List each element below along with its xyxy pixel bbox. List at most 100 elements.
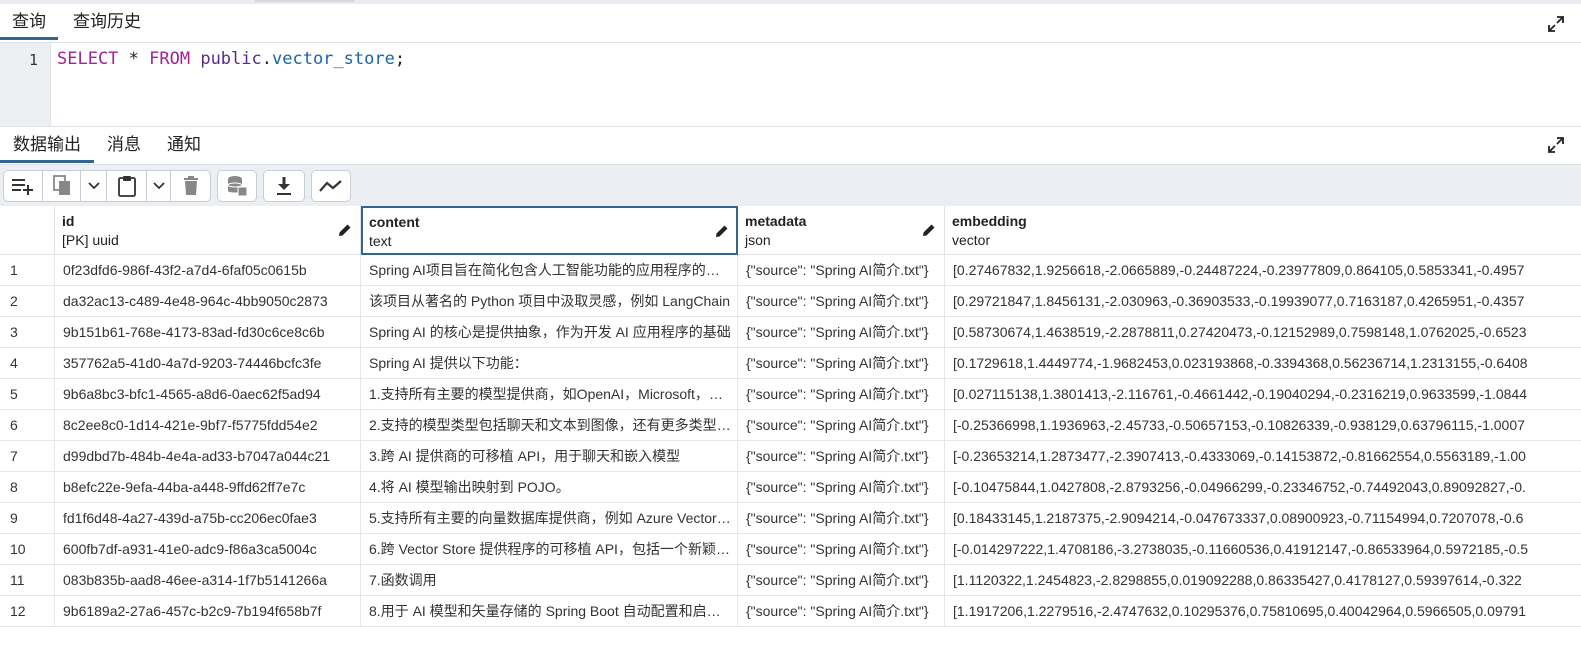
table-row[interactable]: 4 357762a5-41d0-4a7d-9203-74446bcfc3fe Spr… <box>0 348 1581 379</box>
metadata-cell[interactable]: {"source": "Spring AI简介.txt"} <box>738 255 945 285</box>
graph-visualiser-button[interactable] <box>311 170 351 202</box>
row-number-cell[interactable]: 2 <box>0 286 55 316</box>
id-cell[interactable]: 9b6189a2-27a6-457c-b2c9-7b194f658b7f <box>55 596 361 626</box>
delete-button[interactable] <box>171 170 211 202</box>
id-cell[interactable]: 357762a5-41d0-4a7d-9203-74446bcfc3fe <box>55 348 361 378</box>
download-button[interactable] <box>263 170 305 202</box>
content-cell[interactable]: 7.函数调用 <box>361 565 738 595</box>
table-row[interactable]: 11 083b835b-aad8-46ee-a314-1f7b5141266a 7.… <box>0 565 1581 596</box>
metadata-cell[interactable]: {"source": "Spring AI简介.txt"} <box>738 286 945 316</box>
content-cell[interactable]: Spring AI 的核心是提供抽象，作为开发 AI 应用程序的基础 <box>361 317 738 347</box>
metadata-cell[interactable]: {"source": "Spring AI简介.txt"} <box>738 379 945 409</box>
metadata-cell[interactable]: {"source": "Spring AI简介.txt"} <box>738 565 945 595</box>
line-number: 1 <box>28 51 38 69</box>
metadata-cell[interactable]: {"source": "Spring AI简介.txt"} <box>738 472 945 502</box>
expand-icon[interactable] <box>1547 15 1565 33</box>
embedding-cell[interactable]: [0.027115138,1.3801413,-2.116761,-0.4661… <box>945 379 1581 409</box>
column-header-embedding[interactable]: embedding vector <box>945 206 1581 255</box>
embedding-cell[interactable]: [-0.10475844,1.0427808,-2.8793256,-0.049… <box>945 472 1581 502</box>
id-cell[interactable]: d99dbd7b-484b-4e4a-ad33-b7047a044c21 <box>55 441 361 471</box>
embedding-cell[interactable]: [1.1120322,1.2454823,-2.8298855,0.019092… <box>945 565 1581 595</box>
id-cell[interactable]: 600fb7df-a931-41e0-adc9-f86a3ca5004c <box>55 534 361 564</box>
content-cell[interactable]: Spring AI项目旨在简化包含人工智能功能的应用程序的开发 <box>361 255 738 285</box>
embedding-cell[interactable]: [0.18433145,1.2187375,-2.9094214,-0.0476… <box>945 503 1581 533</box>
table-row[interactable]: 5 9b6a8bc3-bfc1-4565-a8d6-0aec62f5ad94 1.支… <box>0 379 1581 410</box>
column-header-content[interactable]: content text <box>361 206 738 255</box>
content-cell[interactable]: 4.将 AI 模型输出映射到 POJO。 <box>361 472 738 502</box>
id-cell[interactable]: 8c2ee8c0-1d14-421e-9bf7-f5775fdd54e2 <box>55 410 361 440</box>
table-row[interactable]: 9 fd1f6d48-4a27-439d-a75b-cc206ec0fae3 5.支… <box>0 503 1581 534</box>
pencil-icon[interactable] <box>338 223 352 237</box>
metadata-cell[interactable]: {"source": "Spring AI简介.txt"} <box>738 348 945 378</box>
row-number-cell[interactable]: 7 <box>0 441 55 471</box>
content-cell[interactable]: 6.跨 Vector Store 提供程序的可移植 API，包括一个新颖的类似 … <box>361 534 738 564</box>
embedding-cell[interactable]: [0.58730674,1.4638519,-2.2878811,0.27420… <box>945 317 1581 347</box>
metadata-cell[interactable]: {"source": "Spring AI简介.txt"} <box>738 596 945 626</box>
embedding-cell[interactable]: [-0.25366998,1.1936963,-2.45733,-0.50657… <box>945 410 1581 440</box>
expand-icon[interactable] <box>1547 136 1565 154</box>
table-row[interactable]: 12 9b6189a2-27a6-457c-b2c9-7b194f658b7f 8.… <box>0 596 1581 627</box>
metadata-cell[interactable]: {"source": "Spring AI简介.txt"} <box>738 410 945 440</box>
content-cell[interactable]: Spring AI 提供以下功能： <box>361 348 738 378</box>
table-row[interactable]: 10 600fb7df-a931-41e0-adc9-f86a3ca5004c 6.… <box>0 534 1581 565</box>
row-number-cell[interactable]: 8 <box>0 472 55 502</box>
row-number-cell[interactable]: 6 <box>0 410 55 440</box>
id-cell[interactable]: b8efc22e-9efa-44ba-a448-9ffd62ff7e7c <box>55 472 361 502</box>
copy-button[interactable] <box>43 170 81 202</box>
save-data-button[interactable] <box>217 170 257 202</box>
copy-options-dropdown[interactable] <box>81 170 107 202</box>
row-number-cell[interactable]: 4 <box>0 348 55 378</box>
embedding-cell[interactable]: [-0.014297222,1.4708186,-3.2738035,-0.11… <box>945 534 1581 564</box>
paste-button[interactable] <box>107 170 147 202</box>
table-row[interactable]: 8 b8efc22e-9efa-44ba-a448-9ffd62ff7e7c 4.将… <box>0 472 1581 503</box>
row-number-cell[interactable]: 10 <box>0 534 55 564</box>
column-header-id[interactable]: id [PK] uuid <box>55 206 361 255</box>
id-cell[interactable]: 9b151b61-768e-4173-83ad-fd30c6ce8c6b <box>55 317 361 347</box>
tab-notifications[interactable]: 通知 <box>156 127 212 163</box>
row-number-cell[interactable]: 11 <box>0 565 55 595</box>
tab-messages[interactable]: 消息 <box>96 127 152 163</box>
metadata-cell[interactable]: {"source": "Spring AI简介.txt"} <box>738 503 945 533</box>
pencil-icon[interactable] <box>715 224 729 238</box>
sql-keyword-from: FROM <box>149 49 191 69</box>
tab-query[interactable]: 查询 <box>0 4 58 40</box>
content-cell[interactable]: 2.支持的模型类型包括聊天和文本到图像，还有更多类型正在开发中 <box>361 410 738 440</box>
embedding-cell[interactable]: [0.1729618,1.4449774,-1.9682453,0.023193… <box>945 348 1581 378</box>
column-header-metadata[interactable]: metadata json <box>738 206 945 255</box>
row-number-cell[interactable]: 9 <box>0 503 55 533</box>
content-cell[interactable]: 3.跨 AI 提供商的可移植 API，用于聊天和嵌入模型 <box>361 441 738 471</box>
content-cell[interactable]: 5.支持所有主要的向量数据库提供商，例如 Azure Vector Search <box>361 503 738 533</box>
metadata-cell[interactable]: {"source": "Spring AI简介.txt"} <box>738 534 945 564</box>
id-cell[interactable]: 0f23dfd6-986f-43f2-a7d4-6faf05c0615b <box>55 255 361 285</box>
paste-options-dropdown[interactable] <box>147 170 171 202</box>
content-cell[interactable]: 1.支持所有主要的模型提供商，如OpenAI，Microsoft，Amazon <box>361 379 738 409</box>
id-cell[interactable]: fd1f6d48-4a27-439d-a75b-cc206ec0fae3 <box>55 503 361 533</box>
id-cell[interactable]: 9b6a8bc3-bfc1-4565-a8d6-0aec62f5ad94 <box>55 379 361 409</box>
row-number-cell[interactable]: 12 <box>0 596 55 626</box>
metadata-cell[interactable]: {"source": "Spring AI简介.txt"} <box>738 441 945 471</box>
tab-query-history[interactable]: 查询历史 <box>60 4 154 40</box>
content-cell[interactable]: 8.用于 AI 模型和矢量存储的 Spring Boot 自动配置和启动器 <box>361 596 738 626</box>
id-cell[interactable]: da32ac13-c489-4e48-964c-4bb9050c2873 <box>55 286 361 316</box>
content-cell[interactable]: 该项目从著名的 Python 项目中汲取灵感，例如 LangChain <box>361 286 738 316</box>
pencil-icon[interactable] <box>922 223 936 237</box>
row-number-cell[interactable]: 1 <box>0 255 55 285</box>
add-row-button[interactable] <box>3 170 43 202</box>
table-row[interactable]: 1 0f23dfd6-986f-43f2-a7d4-6faf05c0615b Spr… <box>0 255 1581 286</box>
table-row[interactable]: 2 da32ac13-c489-4e48-964c-4bb9050c2873 该项目… <box>0 286 1581 317</box>
row-number-cell[interactable]: 3 <box>0 317 55 347</box>
embedding-cell[interactable]: [0.29721847,1.8456131,-2.030963,-0.36903… <box>945 286 1581 316</box>
sql-code-line[interactable]: SELECT * FROM public.vector_store; <box>57 49 405 69</box>
embedding-cell[interactable]: [0.27467832,1.9256618,-2.0665889,-0.2448… <box>945 255 1581 285</box>
row-number-cell[interactable]: 5 <box>0 379 55 409</box>
sql-editor[interactable]: 1 SELECT * FROM public.vector_store; <box>0 43 1581 127</box>
embedding-cell[interactable]: [1.1917206,1.2279516,-2.4747632,0.102953… <box>945 596 1581 626</box>
copy-icon <box>52 175 70 195</box>
embedding-cell[interactable]: [-0.23653214,1.2873477,-2.3907413,-0.433… <box>945 441 1581 471</box>
table-row[interactable]: 3 9b151b61-768e-4173-83ad-fd30c6ce8c6b Spr… <box>0 317 1581 348</box>
tab-data-output[interactable]: 数据输出 <box>0 127 94 163</box>
metadata-cell[interactable]: {"source": "Spring AI简介.txt"} <box>738 317 945 347</box>
table-row[interactable]: 7 d99dbd7b-484b-4e4a-ad33-b7047a044c21 3.跨… <box>0 441 1581 472</box>
table-row[interactable]: 6 8c2ee8c0-1d14-421e-9bf7-f5775fdd54e2 2.支… <box>0 410 1581 441</box>
id-cell[interactable]: 083b835b-aad8-46ee-a314-1f7b5141266a <box>55 565 361 595</box>
